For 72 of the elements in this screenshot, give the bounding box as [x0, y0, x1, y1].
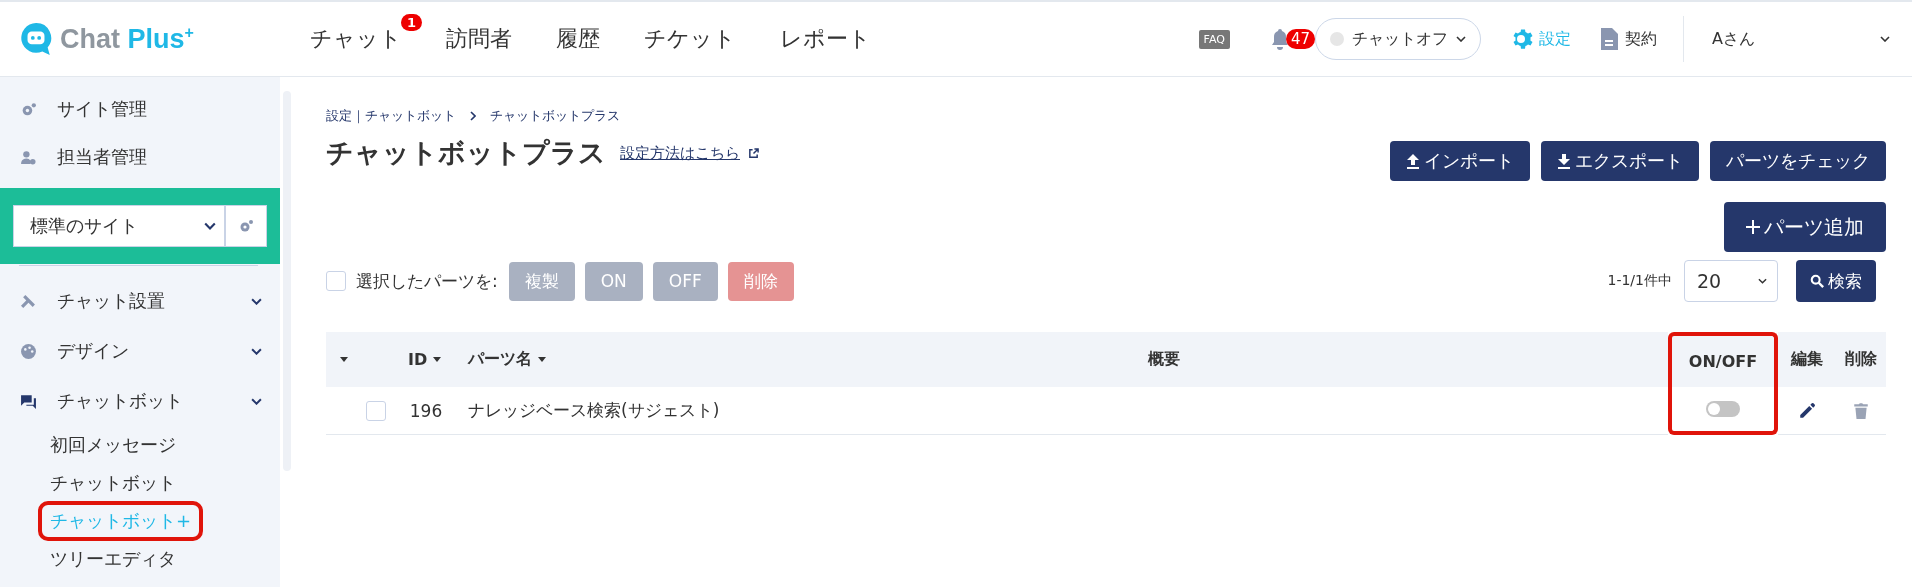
chevron-down-icon — [251, 347, 262, 355]
download-icon — [1557, 153, 1571, 169]
sort-caret-icon[interactable] — [538, 357, 546, 362]
chat-status-dropdown[interactable]: チャットオフ — [1315, 18, 1481, 60]
sort-caret-icon[interactable] — [433, 357, 442, 362]
palette-icon — [20, 342, 37, 360]
sidebar-subitem[interactable]: チャットボット — [42, 464, 184, 502]
action-button[interactable]: エクスポート — [1541, 141, 1699, 181]
nav-link[interactable]: チケット — [644, 24, 736, 54]
chevron-down-icon — [251, 297, 262, 305]
sidebar-section[interactable]: チャット設置 — [0, 276, 280, 326]
external-link-icon — [748, 147, 759, 159]
column-header[interactable]: パーツ名 — [456, 332, 1148, 387]
help-link[interactable]: 設定方法はこちら — [620, 143, 740, 163]
faq-icon[interactable]: FAQ — [1198, 29, 1230, 49]
column-header[interactable]: ON/OFF — [1668, 332, 1778, 387]
notification-badge: 1 — [400, 14, 422, 31]
sidebar-item[interactable]: サイト管理 — [0, 85, 280, 133]
tools-icon — [20, 292, 37, 310]
contract-link[interactable]: 契約 — [1597, 27, 1657, 51]
chevron-down-icon — [204, 222, 216, 230]
chevron-down-icon — [1758, 278, 1767, 284]
action-button[interactable]: インポート — [1390, 141, 1530, 181]
site-settings-button[interactable] — [225, 205, 267, 247]
sidebar-section[interactable]: チャットボット — [0, 376, 280, 426]
site-select[interactable]: 標準のサイト — [13, 205, 225, 247]
logo-text: Chat Plus$^{+}$ — [60, 23, 194, 55]
search-button[interactable]: 検索 — [1796, 260, 1876, 302]
per-page-select[interactable]: 20 — [1684, 260, 1778, 302]
nav-link[interactable]: チャット — [310, 24, 402, 54]
bulk-label: 選択したパーツを: — [356, 269, 498, 293]
logo-icon — [18, 21, 54, 57]
table-cell: ナレッジベース検索(サジェスト) — [456, 387, 1148, 435]
user-menu[interactable]: Aさん — [1684, 28, 1912, 50]
page-title: チャットボットプラス — [326, 136, 606, 170]
gear-icon — [20, 100, 37, 118]
upload-icon — [1406, 153, 1420, 169]
select-all-checkbox[interactable] — [326, 271, 346, 291]
breadcrumb-link[interactable]: チャットボットプラス — [490, 107, 620, 125]
result-count: 1-1/1件中 — [1607, 272, 1672, 290]
toggle-switch[interactable] — [1706, 401, 1740, 417]
gear-icon — [238, 218, 254, 234]
plus-icon — [1746, 220, 1760, 234]
nav-link[interactable]: 訪問者 — [446, 24, 512, 54]
sidebar-item[interactable]: 担当者管理 — [0, 133, 280, 181]
sidebar-subitem[interactable]: 初回メッセージ — [42, 426, 184, 464]
notification-badge: 47 — [1285, 29, 1315, 49]
chevron-icon — [470, 111, 476, 121]
chevron-down-icon — [1880, 36, 1890, 42]
edit-icon[interactable] — [1798, 401, 1816, 420]
sidebar-subitem[interactable]: ツリーエディタ — [42, 540, 184, 578]
column-header[interactable]: ID — [396, 332, 456, 387]
action-button[interactable]: パーツをチェック — [1710, 141, 1886, 181]
breadcrumb-link[interactable]: 設定｜チャットボット — [326, 107, 456, 125]
settings-icon — [1511, 27, 1535, 51]
add-part-button[interactable]: パーツ追加 — [1724, 202, 1886, 252]
chevron-down-icon — [1456, 36, 1466, 42]
column-header[interactable]: 概要 — [1148, 332, 1668, 387]
search-icon — [1810, 273, 1824, 289]
sidebar-section[interactable]: デザイン — [0, 326, 280, 376]
bell-icon[interactable] — [1269, 28, 1290, 50]
column-header[interactable]: 編集 — [1778, 332, 1836, 387]
row-checkbox[interactable] — [366, 400, 386, 421]
column-header[interactable]: 削除 — [1836, 332, 1886, 387]
user-gear-icon — [20, 148, 37, 166]
trash-icon[interactable] — [1852, 401, 1870, 420]
table-cell: 196 — [396, 387, 456, 435]
nav-link[interactable]: レポート — [780, 24, 871, 54]
nav-link[interactable]: 履歴 — [556, 24, 600, 54]
chevron-down-icon — [251, 397, 262, 405]
sort-caret-icon[interactable] — [340, 357, 348, 362]
chat-bubbles-icon — [20, 392, 37, 410]
